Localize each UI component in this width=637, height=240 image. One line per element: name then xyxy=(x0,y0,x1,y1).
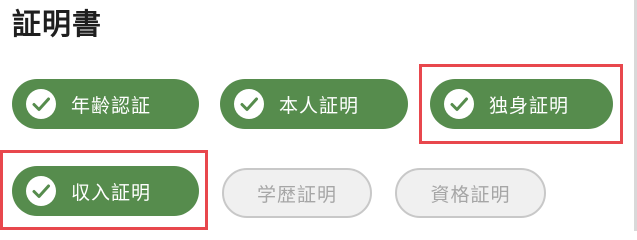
chip-income-certificate[interactable]: 収入証明 xyxy=(12,166,199,216)
chip-label: 独身証明 xyxy=(489,94,570,117)
chip-label: 収入証明 xyxy=(71,181,152,204)
section-title: 証明書 xyxy=(12,7,103,41)
chip-age-verification[interactable]: 年齢認証 xyxy=(12,79,199,129)
chip-education-certificate[interactable]: 学歴証明 xyxy=(222,168,372,218)
chip-label: 本人証明 xyxy=(279,94,360,117)
chip-identity-verification[interactable]: 本人証明 xyxy=(220,79,408,129)
check-circle-icon xyxy=(26,176,56,206)
chip-label: 資格証明 xyxy=(430,183,511,206)
chip-qualification-certificate[interactable]: 資格証明 xyxy=(395,168,546,218)
chip-label: 年齢認証 xyxy=(71,94,152,117)
chip-label: 学歴証明 xyxy=(256,183,337,206)
check-circle-icon xyxy=(444,89,474,119)
check-circle-icon xyxy=(26,89,56,119)
check-circle-icon xyxy=(234,89,264,119)
chip-single-status-certificate[interactable]: 独身証明 xyxy=(430,79,613,129)
